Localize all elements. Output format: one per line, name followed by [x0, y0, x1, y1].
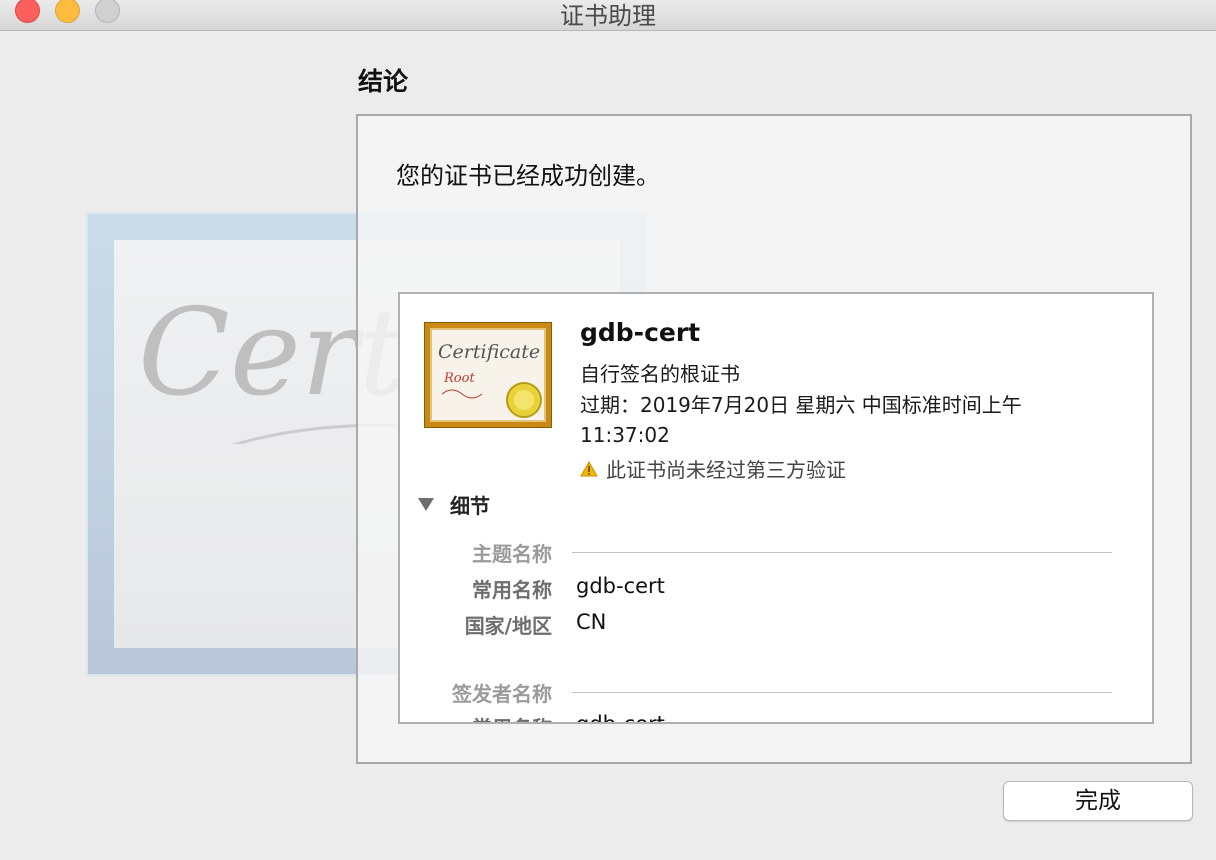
- field-key: 常用名称: [472, 712, 552, 722]
- field-key: 国家/地区: [464, 614, 552, 638]
- conclusion-panel: 您的证书已经成功创建。 Certificate Root gdb-cert 自行…: [356, 114, 1192, 764]
- field-key: 常用名称: [472, 578, 552, 602]
- certificate-icon-title: Certificate: [438, 341, 540, 363]
- subject-name-heading: 主题名称: [472, 542, 552, 566]
- field-value: gdb-cert: [576, 574, 665, 598]
- title-bar: 证书助理: [0, 0, 1216, 31]
- certificate-type: 自行签名的根证书: [580, 362, 740, 386]
- done-button[interactable]: 完成: [1003, 781, 1193, 821]
- warning-icon: [580, 460, 598, 476]
- details-label: 细节: [450, 494, 490, 518]
- section-divider: [572, 692, 1112, 693]
- disclosure-triangle-icon[interactable]: [418, 498, 434, 511]
- subject-common-name-row: 常用名称 gdb-cert: [400, 574, 1112, 604]
- subject-country-row: 国家/地区 CN: [400, 610, 1112, 640]
- issuer-name-heading: 签发者名称: [452, 682, 552, 706]
- page-heading: 结论: [358, 67, 409, 96]
- warning-text: 此证书尚未经过第三方验证: [606, 458, 846, 482]
- issuer-name-section: 签发者名称: [400, 678, 1112, 708]
- field-value: CN: [576, 610, 607, 634]
- issuer-common-name-row: 常用名称 gdb-cert: [400, 712, 1112, 724]
- success-message: 您的证书已经成功创建。: [396, 162, 660, 190]
- field-value: gdb-cert: [576, 712, 665, 724]
- certificate-expiry: 过期：2019年7月20日 星期六 中国标准时间上午11:37:02: [580, 393, 1022, 447]
- certificate-icon: Certificate Root: [423, 321, 553, 429]
- section-divider: [572, 552, 1112, 553]
- window-title: 证书助理: [560, 2, 656, 30]
- certificate-name: gdb-cert: [580, 318, 701, 347]
- certificate-card: Certificate Root gdb-cert 自行签名的根证书 过期：20…: [398, 292, 1154, 724]
- details-disclosure[interactable]: 细节: [418, 490, 490, 519]
- certificate-icon-subtitle: Root: [443, 371, 475, 386]
- certificate-warning: 此证书尚未经过第三方验证: [580, 454, 846, 483]
- subject-name-section: 主题名称: [400, 538, 1112, 568]
